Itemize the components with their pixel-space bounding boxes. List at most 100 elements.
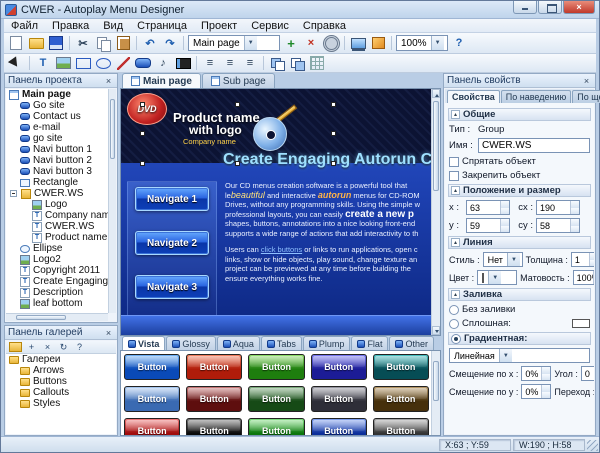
tree-item[interactable]: T CWER.WS — [6, 221, 108, 232]
menu-project[interactable]: Проект — [194, 19, 244, 33]
canvas-viewport[interactable]: DVD Product name with logo Company name … — [120, 88, 441, 336]
button-tool-icon[interactable] — [134, 55, 152, 72]
name-field[interactable] — [478, 138, 590, 153]
minimize-button[interactable] — [513, 1, 537, 14]
collapse-icon[interactable]: ▴ — [451, 238, 460, 247]
project-tree-hscrollbar[interactable] — [6, 313, 108, 321]
tree-item[interactable]: Navi button 3 — [6, 166, 108, 177]
gallery-panel-close-icon[interactable]: × — [103, 327, 114, 338]
gallery-button[interactable]: Button — [248, 386, 305, 412]
menu-edit[interactable]: Правка — [45, 19, 96, 33]
tree-item-group[interactable]: CWER.WS — [6, 188, 108, 199]
tree-item[interactable]: Navi button 2 — [6, 155, 108, 166]
copy-icon[interactable] — [94, 35, 112, 52]
dvd-logo[interactable]: DVD — [127, 93, 167, 125]
align-left-icon[interactable]: ≡ — [201, 55, 219, 72]
properties-panel-close-icon[interactable]: × — [581, 75, 592, 86]
menu-service[interactable]: Сервис — [244, 19, 296, 33]
tree-item[interactable]: Logo2 — [6, 254, 108, 265]
spin-down-icon[interactable] — [501, 225, 509, 232]
gallery-button[interactable]: Button — [372, 354, 429, 380]
cy-stepper[interactable]: 58 — [536, 218, 580, 233]
product-name-group[interactable]: Product name with logo Company name — [173, 111, 260, 146]
line-style-select[interactable]: Нет ▼ — [482, 252, 523, 267]
scroll-up-icon[interactable] — [432, 89, 440, 98]
gallery-button[interactable]: Button — [124, 386, 181, 412]
tree-item[interactable]: TCompany name — [6, 210, 108, 221]
tab-flat[interactable]: Flat — [351, 336, 389, 350]
image-tool-icon[interactable] — [54, 55, 72, 72]
tree-item[interactable]: Navi button 1 — [6, 144, 108, 155]
tab-other[interactable]: Other — [389, 336, 434, 350]
maximize-button[interactable] — [538, 1, 562, 14]
save-icon[interactable] — [47, 35, 65, 52]
tree-item[interactable]: T Create Engaging — [6, 276, 108, 287]
build-project-icon[interactable] — [369, 35, 387, 52]
tree-item[interactable]: Rectangle — [6, 177, 108, 188]
scrollbar-thumb[interactable] — [433, 101, 439, 191]
gallery-button[interactable]: Button — [186, 354, 243, 380]
canvas-vertical-scrollbar[interactable] — [431, 89, 440, 335]
add-page-icon[interactable]: + — [282, 35, 300, 52]
cx-stepper[interactable]: 190 — [536, 200, 580, 215]
project-panel-close-icon[interactable]: × — [103, 75, 114, 86]
page-select[interactable]: Main page ▼ — [188, 35, 280, 51]
tree-item[interactable]: Buttons — [6, 376, 116, 387]
tab-tabs[interactable]: Tabs — [260, 336, 302, 350]
gallery-button[interactable]: Button — [372, 386, 429, 412]
gallery-button[interactable]: Button — [372, 418, 429, 435]
line-tool-icon[interactable] — [114, 55, 132, 72]
scroll-down-icon[interactable] — [432, 326, 440, 335]
text-link[interactable]: click buttons — [261, 245, 302, 254]
tree-item[interactable]: Main page — [6, 89, 108, 100]
align-right-icon[interactable]: ≡ — [241, 55, 259, 72]
tree-item[interactable]: Ellipse — [6, 243, 108, 254]
tab-glossy[interactable]: Glossy — [166, 336, 216, 350]
offset-y-stepper[interactable]: 0% — [521, 384, 552, 399]
scrollbar-thumb[interactable] — [16, 315, 66, 320]
line-width-stepper[interactable]: 1 — [570, 252, 594, 267]
line-color-select[interactable]: ▼ — [477, 270, 518, 285]
headline-text[interactable]: Create Engaging Autorun C — [223, 151, 431, 169]
lock-object-checkbox[interactable] — [449, 170, 459, 181]
video-tool-icon[interactable] — [174, 55, 192, 72]
sound-tool-icon[interactable]: ♪ — [154, 55, 172, 72]
navigate-button-1[interactable]: Navigate 1 — [135, 187, 209, 211]
grid-toggle-icon[interactable] — [308, 55, 326, 72]
resize-grip[interactable] — [587, 440, 598, 451]
gallery-help-icon[interactable]: ? — [73, 341, 86, 353]
spin-down-icon[interactable] — [571, 207, 579, 214]
tab-on-click[interactable]: По щелчку — [572, 90, 600, 103]
preview-icon[interactable] — [349, 35, 367, 52]
cut-icon[interactable]: ✂ — [74, 35, 92, 52]
open-project-icon[interactable] — [27, 35, 45, 52]
undo-icon[interactable]: ↶ — [141, 35, 159, 52]
menu-help[interactable]: Справка — [296, 19, 353, 33]
menu-file[interactable]: Файл — [4, 19, 45, 33]
tab-properties[interactable]: Свойства — [447, 90, 500, 103]
align-center-icon[interactable]: ≡ — [221, 55, 239, 72]
tab-on-hover[interactable]: По наведению — [500, 90, 572, 103]
tab-main-page[interactable]: Main page — [122, 73, 201, 88]
bring-to-front-icon[interactable] — [268, 55, 286, 72]
gallery-button[interactable]: Button — [186, 386, 243, 412]
gradient-type-select[interactable]: Линейная ▼ — [449, 348, 590, 363]
offset-x-stepper[interactable]: 0% — [521, 366, 552, 381]
navigate-button-3[interactable]: Navigate 3 — [135, 275, 209, 299]
gallery-button[interactable]: Button — [248, 354, 305, 380]
tree-item[interactable]: T Copyright 2011 — [6, 265, 108, 276]
page-settings-icon[interactable] — [322, 35, 340, 52]
redo-icon[interactable]: ↷ — [161, 35, 179, 52]
gallery-button[interactable]: Button — [124, 418, 181, 435]
help-icon[interactable]: ? — [450, 35, 468, 52]
collapse-icon[interactable]: ▴ — [451, 290, 460, 299]
fill-solid-radio[interactable] — [449, 318, 459, 329]
text-tool-icon[interactable]: T — [34, 55, 52, 72]
tree-item[interactable]: leaf bottom — [6, 298, 108, 309]
tree-item[interactable]: e-mail — [6, 122, 108, 133]
tree-item-root[interactable]: Галереи — [6, 354, 116, 365]
menu-page[interactable]: Страница — [130, 19, 194, 33]
spin-down-icon[interactable] — [589, 259, 594, 266]
scrollbar-thumb[interactable] — [110, 99, 115, 159]
hide-object-checkbox[interactable] — [449, 156, 459, 167]
